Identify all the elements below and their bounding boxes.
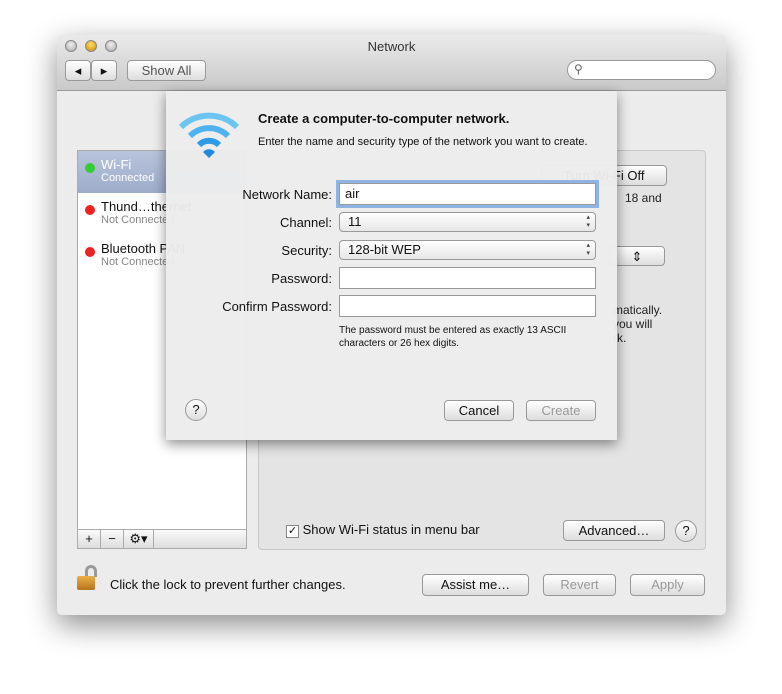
show-status-checkbox[interactable]: ✓ Show Wi-Fi status in menu bar — [286, 522, 480, 538]
checkbox-label: Show Wi-Fi status in menu bar — [302, 522, 480, 537]
search-icon: ⚲ — [574, 62, 583, 76]
help-button[interactable]: ? — [675, 520, 697, 542]
lock-icon[interactable] — [77, 565, 99, 591]
add-service-button[interactable]: + — [78, 530, 101, 548]
status-dot — [85, 163, 95, 173]
search-input[interactable]: ⚲ — [567, 60, 716, 80]
security-select[interactable]: 128-bit WEP — [339, 240, 596, 260]
wifi-icon — [178, 112, 240, 158]
confirm-password-label: Confirm Password: — [222, 299, 332, 314]
lock-text: Click the lock to prevent further change… — [110, 577, 346, 592]
network-name-field[interactable]: air — [339, 183, 596, 205]
create-button: Create — [526, 400, 596, 421]
text-partial: you will — [613, 317, 653, 331]
sheet-title: Create a computer-to-computer network. — [258, 111, 510, 126]
assist-me-button[interactable]: Assist me… — [422, 574, 529, 596]
network-name-label: Network Name: — [242, 187, 332, 202]
status-dot — [85, 247, 95, 257]
window-title: Network — [367, 39, 416, 54]
status-dot — [85, 205, 95, 215]
network-name-popup[interactable]: ⇕ — [609, 246, 665, 266]
password-field[interactable] — [339, 267, 596, 289]
back-button[interactable]: ◂ — [65, 60, 91, 81]
text-partial: matically. — [613, 303, 663, 317]
confirm-password-field[interactable] — [339, 295, 596, 317]
channel-label: Channel: — [279, 215, 332, 230]
revert-button: Revert — [543, 574, 616, 596]
password-hint: The password must be entered as exactly … — [339, 325, 567, 349]
checkbox-icon: ✓ — [286, 525, 299, 538]
advanced-button[interactable]: Advanced… — [563, 520, 665, 541]
cancel-button[interactable]: Cancel — [444, 400, 514, 421]
create-network-sheet: Create a computer-to-computer network. E… — [166, 91, 617, 440]
titlebar: Network ◂ ▸ Show All ⚲ — [57, 35, 726, 91]
forward-button[interactable]: ▸ — [91, 60, 117, 81]
password-label: Password: — [271, 271, 332, 286]
remove-service-button[interactable]: − — [101, 530, 124, 548]
show-all-button[interactable]: Show All — [127, 60, 206, 81]
list-toolbar: + − ⚙▾ — [77, 529, 247, 549]
apply-button: Apply — [630, 574, 705, 596]
gear-icon[interactable]: ⚙▾ — [124, 530, 154, 548]
status-text-partial: 18 and — [625, 191, 662, 205]
sheet-help-button[interactable]: ? — [185, 399, 207, 421]
channel-select[interactable]: 11 — [339, 212, 596, 232]
sheet-description: Enter the name and security type of the … — [258, 136, 588, 148]
security-label: Security: — [281, 243, 332, 258]
